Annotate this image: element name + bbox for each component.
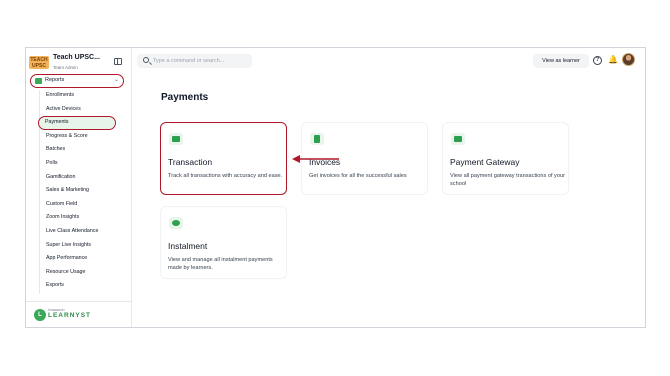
sidebar-item-payments[interactable]: Payments	[38, 116, 116, 130]
card-title: Transaction	[168, 157, 213, 167]
brand-name: Teach UPSC...	[53, 54, 100, 61]
sidebar-item-resource-usage[interactable]: Resource Usage	[46, 266, 124, 280]
sidebar-item-batches[interactable]: Batches	[46, 143, 124, 157]
bell-icon[interactable]: 🔔	[608, 55, 618, 65]
sidebar-item-polls[interactable]: Polls	[46, 157, 124, 171]
search-icon	[143, 57, 149, 63]
sidebar-toggle-icon[interactable]	[114, 58, 122, 65]
search-input[interactable]	[153, 56, 249, 66]
money-icon	[169, 133, 183, 145]
chevron-down-icon: ⌄	[114, 77, 120, 83]
sidebar-item-zoom-insights[interactable]: Zoom Insights	[46, 211, 124, 225]
sidebar-item-sales-marketing[interactable]: Sales & Marketing	[46, 184, 124, 198]
card-icon	[451, 133, 465, 145]
card-payment-gateway[interactable]: Payment Gateway View all payment gateway…	[442, 122, 569, 195]
sidebar-section-reports[interactable]: Reports ⌄	[30, 74, 124, 88]
card-description: View all payment gateway transactions of…	[450, 173, 565, 187]
search-box[interactable]	[137, 54, 252, 68]
card-title: Instalment	[168, 241, 208, 251]
sidebar-item-exports[interactable]: Exports	[46, 279, 124, 293]
learnyst-wordmark: LEARNYST	[48, 312, 92, 319]
card-description: Get invoices for all the successful sale…	[309, 173, 407, 179]
sidebar: TEACH UPSC Teach UPSC... Team Admin Repo…	[26, 48, 132, 327]
brand-role: Team Admin	[53, 65, 78, 70]
card-transaction[interactable]: Transaction Track all transactions with …	[160, 122, 287, 195]
reports-icon	[35, 78, 42, 84]
page-title: Payments	[161, 92, 209, 103]
sidebar-item-progress-score[interactable]: Progress & Score	[46, 130, 124, 144]
top-bar: View as learner ? 🔔	[132, 48, 645, 74]
sidebar-divider	[26, 301, 131, 302]
sidebar-item-custom-field[interactable]: Custom Field	[46, 198, 124, 212]
card-description: View and manage all instalment payments …	[168, 257, 273, 271]
sidebar-item-enrollments[interactable]: Enrollments	[46, 89, 124, 103]
learnyst-logo-icon: L	[34, 309, 46, 321]
instalment-icon	[169, 217, 183, 229]
card-title: Payment Gateway	[450, 157, 520, 167]
annotation-arrow-icon	[292, 155, 339, 163]
sidebar-item-gamification[interactable]: Gamification	[46, 171, 124, 185]
sidebar-item-live-class-attendance[interactable]: Live Class Attendance	[46, 225, 124, 239]
card-instalment[interactable]: Instalment View and manage all instalmen…	[160, 206, 287, 279]
sidebar-item-active-devices[interactable]: Active Devices	[46, 103, 124, 117]
sidebar-item-super-live-insights[interactable]: Super Live Insights	[46, 239, 124, 253]
sidebar-section-label: Reports	[45, 77, 65, 83]
avatar[interactable]	[622, 53, 635, 66]
brand-logo: TEACH UPSC	[29, 56, 49, 69]
app-window: TEACH UPSC Teach UPSC... Team Admin Repo…	[25, 47, 646, 328]
sidebar-item-app-performance[interactable]: App Performance	[46, 252, 124, 266]
card-description: Track all transactions with accuracy and…	[168, 173, 283, 179]
view-as-learner-button[interactable]: View as learner	[533, 54, 589, 68]
help-icon[interactable]: ?	[593, 56, 602, 65]
sidebar-nav: Enrollments Active Devices Payments Prog…	[38, 89, 124, 293]
invoice-icon	[310, 133, 324, 145]
